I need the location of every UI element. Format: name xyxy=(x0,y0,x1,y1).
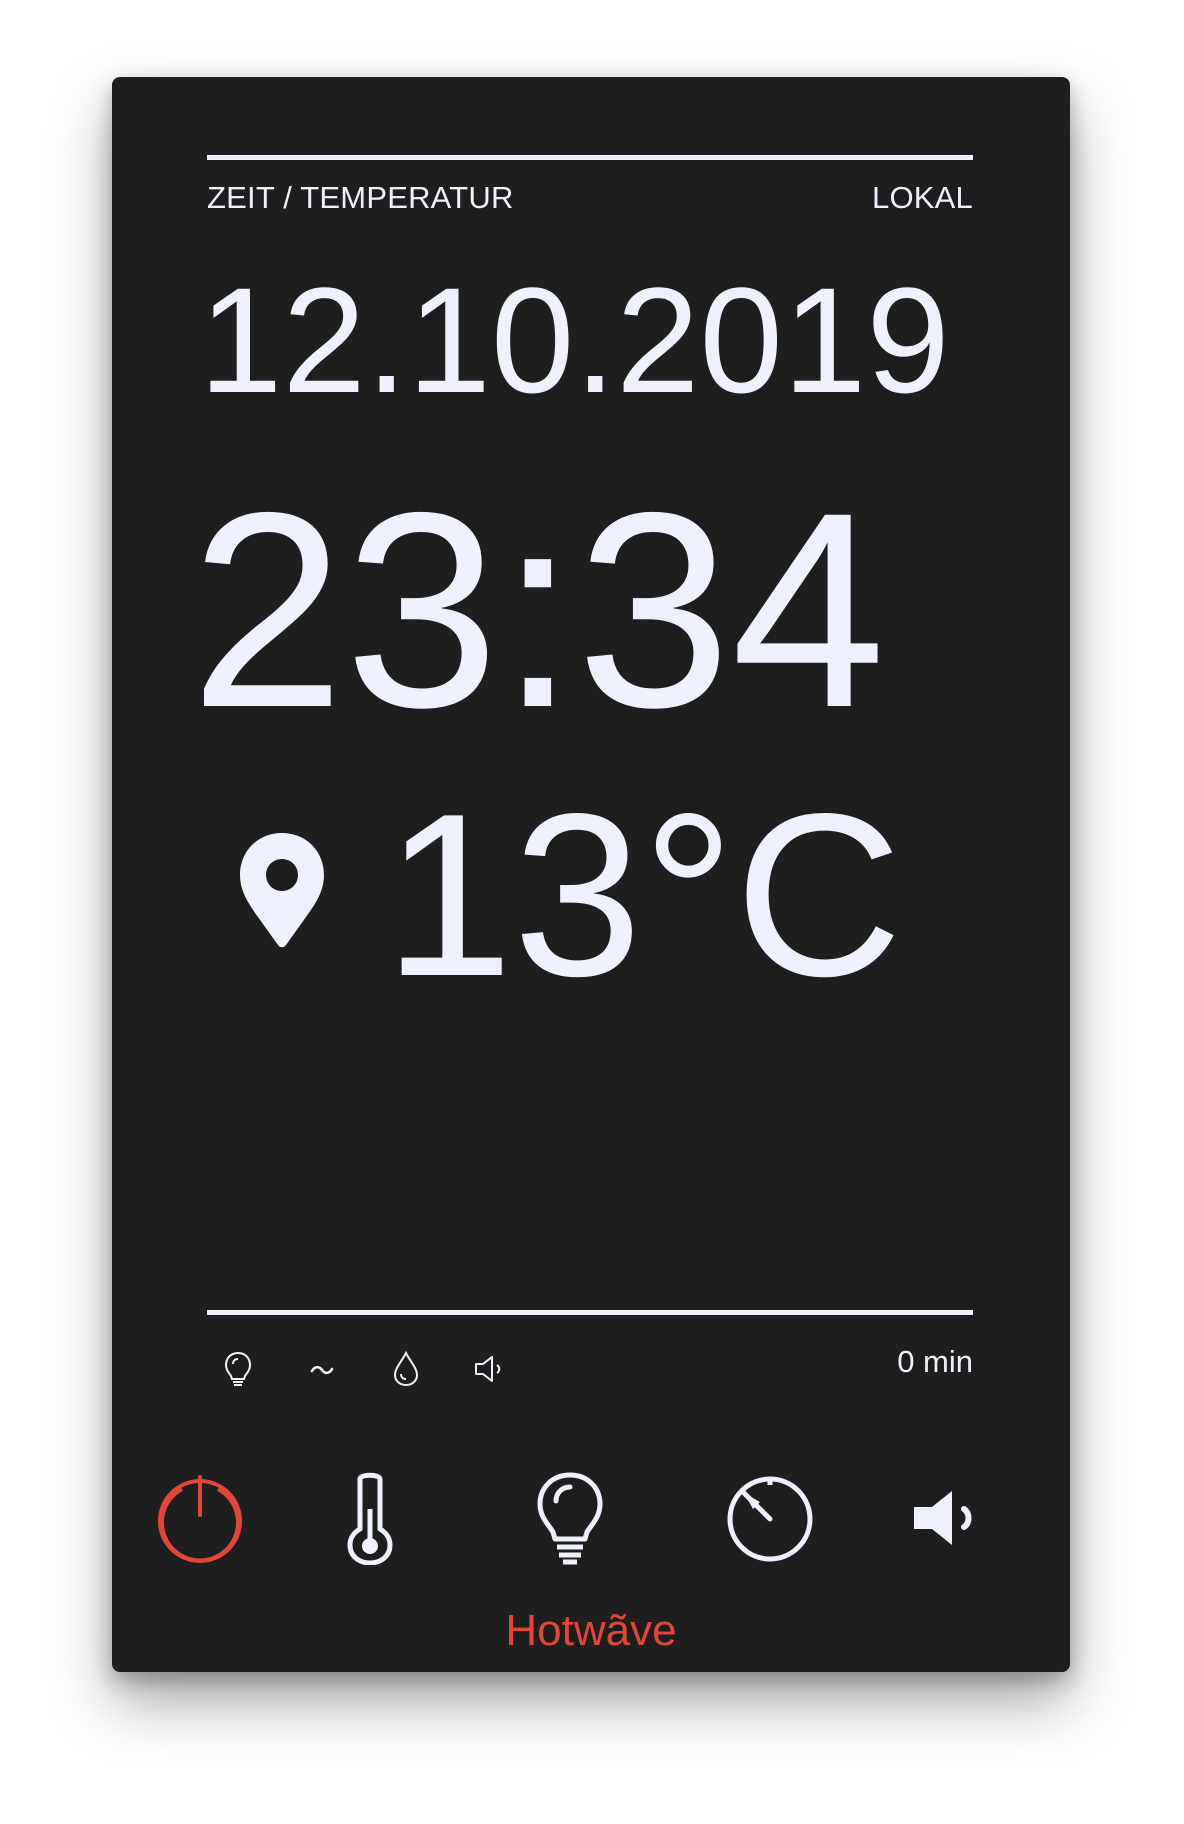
top-divider xyxy=(207,155,973,160)
temperature-display: 13°C xyxy=(384,766,903,1025)
time-display: 23:34 xyxy=(190,454,886,765)
lightbulb-icon[interactable] xyxy=(522,1469,618,1565)
water-drop-icon xyxy=(393,1350,419,1387)
timer-minutes: 0 min xyxy=(897,1344,973,1379)
header-mode: LOKAL xyxy=(872,180,973,215)
speaker-icon xyxy=(475,1356,501,1382)
volume-icon[interactable] xyxy=(902,1469,998,1565)
location-pin-icon xyxy=(240,833,324,948)
date-display: 12.10.2019 xyxy=(199,256,950,424)
wave-icon xyxy=(310,1365,334,1375)
timer-icon[interactable] xyxy=(722,1469,818,1565)
device-panel: ZEIT / TEMPERATUR LOKAL 12.10.2019 23:34… xyxy=(112,77,1070,1672)
lightbulb-icon xyxy=(224,1351,252,1386)
bottom-divider xyxy=(207,1310,973,1315)
thermometer-icon[interactable] xyxy=(322,1469,418,1565)
temperature-row: 13°C xyxy=(234,766,994,1057)
header-title: ZEIT / TEMPERATUR xyxy=(207,180,514,215)
brand-name: Hotwãve xyxy=(505,1606,677,1655)
power-icon[interactable] xyxy=(152,1469,248,1565)
